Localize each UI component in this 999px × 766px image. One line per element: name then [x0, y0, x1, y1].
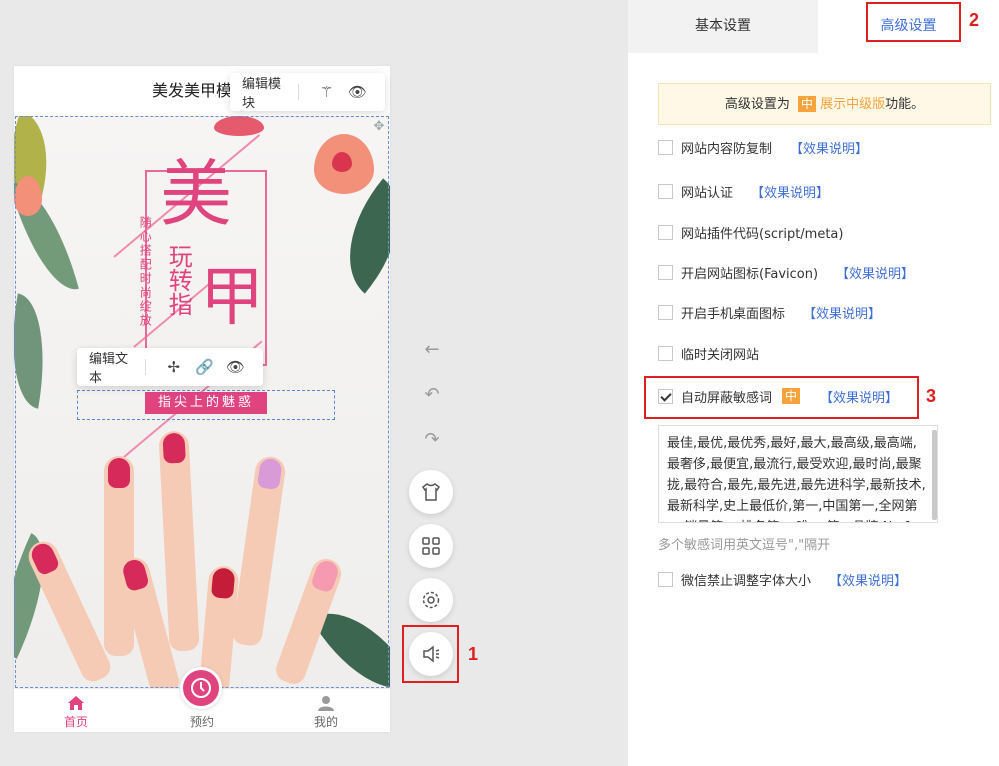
- checkbox[interactable]: [658, 571, 673, 587]
- tab-mine-label: 我的: [313, 715, 338, 729]
- notice-bar: 高级设置为 中展示中级版功能。: [658, 83, 991, 125]
- link-icon[interactable]: 🔗: [195, 358, 214, 376]
- notice-suffix: 功能。: [885, 97, 925, 112]
- leaf-decoration: [14, 293, 58, 409]
- option-label: 微信禁止调整字体大小: [681, 573, 812, 589]
- user-icon: [318, 696, 334, 711]
- checkbox[interactable]: [658, 183, 673, 199]
- annotation-box-1: [402, 625, 459, 683]
- option-label: 网站内容防复制: [681, 141, 773, 157]
- bottom-tabbar: 首页 预约 我的: [14, 667, 390, 732]
- module-toolbar: 编辑模块 ⚚ 👁: [230, 73, 385, 111]
- magic-wand-icon[interactable]: ⚚: [317, 83, 336, 101]
- edit-module-button[interactable]: 编辑模块: [242, 73, 286, 111]
- checkbox[interactable]: [658, 224, 673, 240]
- help-link[interactable]: 【效果说明】: [836, 263, 914, 282]
- animation-icon[interactable]: ✢: [164, 358, 183, 376]
- poster-big-char-jia: 甲: [200, 261, 264, 335]
- undo-icon[interactable]: ↶: [420, 383, 444, 407]
- poster-label[interactable]: 指尖上的魅惑: [145, 392, 267, 414]
- tab-mine[interactable]: 我的: [286, 689, 366, 732]
- flower-decoration: [14, 176, 42, 216]
- editor-canvas: 美发美甲模 美 甲 玩转指 随心搭配时尚绽放 ✥ 指尖上的魅惑 首页 预约 我的…: [0, 0, 628, 766]
- option-label: 网站认证: [681, 185, 734, 201]
- level-badge: 中: [798, 96, 817, 112]
- home-icon: [68, 696, 84, 710]
- booking-clock-icon[interactable]: [180, 667, 222, 709]
- notice-prefix: 高级设置为: [724, 97, 790, 112]
- checkbox[interactable]: [658, 345, 673, 361]
- poster-big-char-mei: 美: [160, 152, 233, 236]
- edit-text-button[interactable]: 编辑文本: [89, 348, 133, 386]
- poster-vertical-subtitle: 随心搭配时尚绽放: [138, 216, 153, 328]
- option-wechat-font[interactable]: 微信禁止调整字体大小 【效果说明】: [658, 569, 907, 589]
- option-close-site[interactable]: 临时关闭网站: [658, 343, 759, 363]
- settings-panel: 基本设置 高级设置 2 高级设置为 中展示中级版功能。 网站内容防复制 【效果说…: [628, 0, 999, 766]
- textarea-scrollbar[interactable]: [932, 430, 937, 520]
- checkbox[interactable]: [658, 304, 673, 320]
- option-label: 临时关闭网站: [681, 347, 760, 363]
- annotation-number-2: 2: [969, 10, 980, 30]
- option-site-auth[interactable]: 网站认证 【效果说明】: [658, 181, 829, 201]
- option-mobile-icon[interactable]: 开启手机桌面图标 【效果说明】: [658, 302, 881, 322]
- text-toolbar: 编辑文本 ✢ 🔗 👁: [77, 348, 263, 386]
- help-link[interactable]: 【效果说明】: [751, 182, 829, 201]
- checkbox[interactable]: [658, 264, 673, 280]
- sensitive-words-hint: 多个敏感词用英文逗号","隔开: [658, 538, 831, 553]
- poster-vertical-title: 玩转指: [164, 244, 193, 316]
- help-link[interactable]: 【效果说明】: [790, 138, 868, 157]
- help-link[interactable]: 【效果说明】: [803, 303, 881, 322]
- modules-grid-button[interactable]: [409, 524, 453, 568]
- leaf-decoration: [318, 178, 390, 294]
- shirt-icon: [421, 483, 441, 501]
- eye-icon[interactable]: 👁: [348, 83, 367, 101]
- annotation-box-3: [644, 376, 919, 419]
- hand-image: [23, 430, 354, 688]
- grid-icon: [422, 537, 440, 555]
- phone-preview: 美发美甲模 美 甲 玩转指 随心搭配时尚绽放 ✥ 指尖上的魅惑 首页 预约 我的: [14, 66, 390, 732]
- eye-icon[interactable]: 👁: [226, 358, 245, 376]
- option-label: 开启网站图标(Favicon): [681, 266, 819, 282]
- tab-basic-settings[interactable]: 基本设置: [628, 0, 818, 53]
- option-label: 网站插件代码(script/meta): [681, 226, 844, 242]
- annotation-box-2: [866, 2, 961, 42]
- option-favicon[interactable]: 开启网站图标(Favicon) 【效果说明】: [658, 262, 914, 282]
- tab-home[interactable]: 首页: [36, 689, 116, 732]
- help-link[interactable]: 【效果说明】: [829, 570, 907, 589]
- option-anti-copy[interactable]: 网站内容防复制 【效果说明】: [658, 137, 868, 157]
- notice-highlight[interactable]: 展示中级版: [820, 97, 885, 112]
- checkbox[interactable]: [658, 139, 673, 155]
- settings-button[interactable]: [409, 578, 453, 622]
- theme-shirt-button[interactable]: [409, 470, 453, 514]
- annotation-number-1: 1: [468, 644, 479, 664]
- flower-decoration: [214, 116, 264, 136]
- annotation-number-3: 3: [926, 386, 937, 406]
- option-plugin-code[interactable]: 网站插件代码(script/meta): [658, 222, 843, 242]
- previous-arrow-icon[interactable]: ←: [420, 338, 444, 362]
- sensitive-words-textarea[interactable]: 最佳,最优,最优秀,最好,最大,最高级,最高端,最奢侈,最便宜,最流行,最受欢迎…: [658, 425, 938, 523]
- tab-booking-label: 预约: [189, 715, 214, 729]
- settings-icon: [422, 591, 440, 609]
- redo-icon[interactable]: ↷: [420, 428, 444, 452]
- option-label: 开启手机桌面图标: [681, 306, 786, 322]
- flower-decoration: [332, 152, 352, 172]
- move-icon[interactable]: ✥: [372, 120, 386, 134]
- tab-home-label: 首页: [63, 715, 88, 729]
